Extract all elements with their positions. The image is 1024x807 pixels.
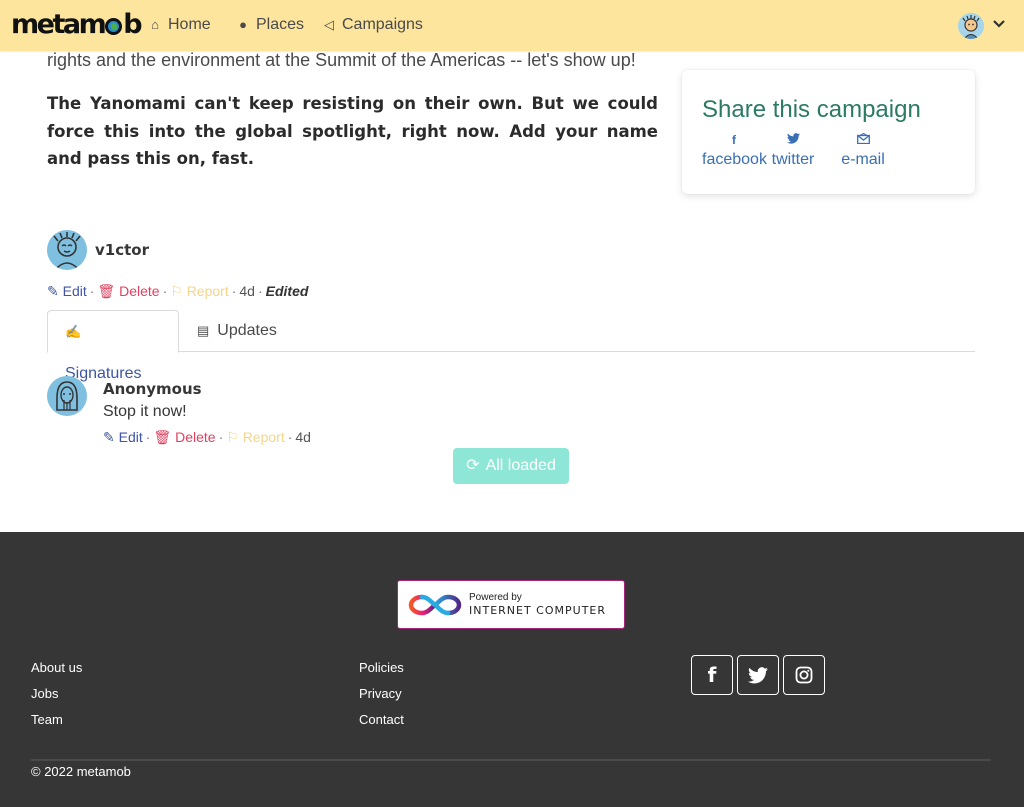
user-avatar[interactable]	[958, 13, 984, 39]
twitter-button[interactable]	[737, 655, 779, 695]
signature-actions: ✎ Edit · 🗑 Delete · ⚐ Report · 4d	[103, 429, 311, 445]
badge-internet-computer: INTERNET COMPUTER	[469, 604, 607, 617]
share-email-link[interactable]: e-mail	[840, 132, 886, 170]
delete-link[interactable]: 🗑 Delete	[153, 429, 215, 445]
twitter-icon	[748, 667, 768, 684]
megaphone-icon: ◁	[324, 17, 334, 32]
tabs: ✍Signatures ▤ Updates	[47, 310, 975, 382]
navbar: metam b ⌂ Home ● Places ◁ Campaigns	[0, 0, 1024, 51]
instagram-button[interactable]	[783, 655, 825, 695]
age-label: 4d	[295, 429, 311, 445]
campaign-bold-paragraph: The Yanomami can't keep resisting on the…	[47, 94, 658, 168]
tab-signatures[interactable]: ✍Signatures	[47, 310, 179, 382]
infinity-logo-icon	[408, 594, 462, 616]
nav-home[interactable]: ⌂ Home	[148, 15, 211, 35]
footer-link-about[interactable]: About us	[31, 660, 82, 676]
globe-logo-icon	[105, 18, 123, 35]
report-link[interactable]: ⚐ Report	[170, 283, 228, 299]
footer: Powered by INTERNET COMPUTER About us Jo…	[0, 532, 1024, 807]
signature-icon: ✍	[65, 324, 82, 339]
signature-message: Stop it now!	[103, 403, 187, 420]
pencil-icon: ✎	[103, 429, 115, 445]
signer-avatar[interactable]	[47, 376, 87, 416]
trash-icon: 🗑	[97, 283, 116, 299]
copyright: © 2022 metamob	[31, 764, 131, 779]
avatar-face-icon	[53, 232, 81, 270]
chevron-down-icon[interactable]	[992, 17, 1006, 35]
avatar-face-icon	[56, 381, 78, 411]
age-label: 4d	[239, 283, 255, 299]
badge-powered-by: Powered by	[469, 592, 522, 603]
footer-link-team[interactable]: Team	[31, 712, 63, 728]
instagram-icon	[795, 666, 813, 684]
footer-divider	[31, 759, 991, 761]
report-link[interactable]: ⚐ Report	[226, 429, 284, 445]
share-facebook-link[interactable]: f facebook	[702, 132, 767, 170]
share-card: Share this campaign f facebook twitter e…	[682, 70, 975, 194]
internet-computer-badge[interactable]: Powered by INTERNET COMPUTER	[397, 580, 625, 629]
facebook-icon: f	[707, 663, 717, 687]
share-title: Share this campaign	[702, 96, 921, 123]
footer-link-contact[interactable]: Contact	[359, 712, 404, 728]
flag-icon: ⚐	[226, 429, 239, 445]
edited-label: Edited	[265, 283, 309, 299]
flag-icon: ⚐	[170, 283, 183, 299]
footer-link-jobs[interactable]: Jobs	[31, 686, 58, 702]
newspaper-icon: ▤	[197, 323, 210, 338]
nav-places[interactable]: ● Places	[236, 15, 304, 35]
home-icon: ⌂	[151, 17, 159, 32]
pencil-icon: ✎	[47, 283, 59, 299]
share-twitter-link[interactable]: twitter	[768, 132, 818, 170]
twitter-icon	[768, 132, 818, 150]
envelope-icon	[840, 132, 886, 150]
author-avatar[interactable]	[47, 230, 87, 270]
signer-name[interactable]: Anonymous	[103, 380, 202, 398]
footer-link-policies[interactable]: Policies	[359, 660, 404, 676]
edit-link[interactable]: ✎ Edit	[103, 429, 143, 445]
author-name[interactable]: v1ctor	[95, 241, 149, 259]
tab-updates[interactable]: ▤ Updates	[180, 310, 294, 352]
campaign-actions: ✎ Edit · 🗑 Delete · ⚐ Report · 4d · Edited	[47, 283, 309, 299]
facebook-button[interactable]: f	[691, 655, 733, 695]
avatar-face-icon	[962, 15, 980, 39]
nav-campaigns[interactable]: ◁ Campaigns	[322, 15, 423, 35]
footer-link-privacy[interactable]: Privacy	[359, 686, 402, 702]
refresh-icon: ⟳	[466, 457, 480, 474]
facebook-icon: f	[732, 133, 736, 147]
logo[interactable]: metam b	[11, 9, 143, 41]
delete-link[interactable]: 🗑 Delete	[97, 283, 159, 299]
globe-icon: ●	[239, 17, 247, 32]
edit-link[interactable]: ✎ Edit	[47, 283, 87, 299]
trash-icon: 🗑	[153, 429, 172, 445]
all-loaded-button[interactable]: ⟳ All loaded	[453, 448, 569, 484]
